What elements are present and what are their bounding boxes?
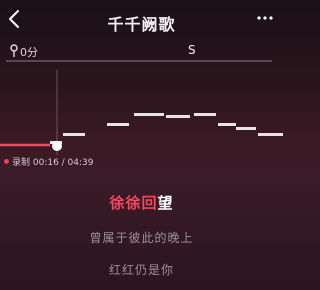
recording-dot-icon [4, 159, 9, 164]
grade-label: S [188, 43, 196, 57]
note-bar [107, 123, 129, 126]
score-icon [10, 44, 18, 57]
score-value: 0分 [20, 46, 38, 59]
song-title: 千千阙歌 [107, 15, 176, 34]
lyric-sung-part: 徐徐回 [109, 194, 158, 212]
current-lyric-line: 徐徐回望 [0, 192, 283, 213]
score-progress-track [6, 60, 272, 62]
pitch-indicator [52, 141, 62, 151]
note-bar [236, 127, 256, 130]
score-bar: 0分 S [0, 40, 283, 62]
note-bar [258, 133, 283, 136]
more-horizontal-icon[interactable] [257, 14, 273, 22]
recording-status: 录制 00:16 / 04:39 [4, 155, 94, 169]
note-bar [63, 133, 85, 136]
note-bar [194, 113, 216, 116]
next-lyric-line: 曾属于彼此的晚上 [89, 231, 194, 245]
lyric-unsung-part: 望 [157, 194, 174, 212]
note-bar [218, 123, 236, 126]
note-bar [166, 115, 190, 118]
note-bar [134, 113, 164, 116]
recording-time: 录制 00:16 / 04:39 [12, 158, 94, 168]
following-lyric-line: 红红仍是你 [108, 263, 174, 277]
pitch-area [0, 70, 283, 155]
top-bar: 千千阙歌 [0, 0, 283, 40]
